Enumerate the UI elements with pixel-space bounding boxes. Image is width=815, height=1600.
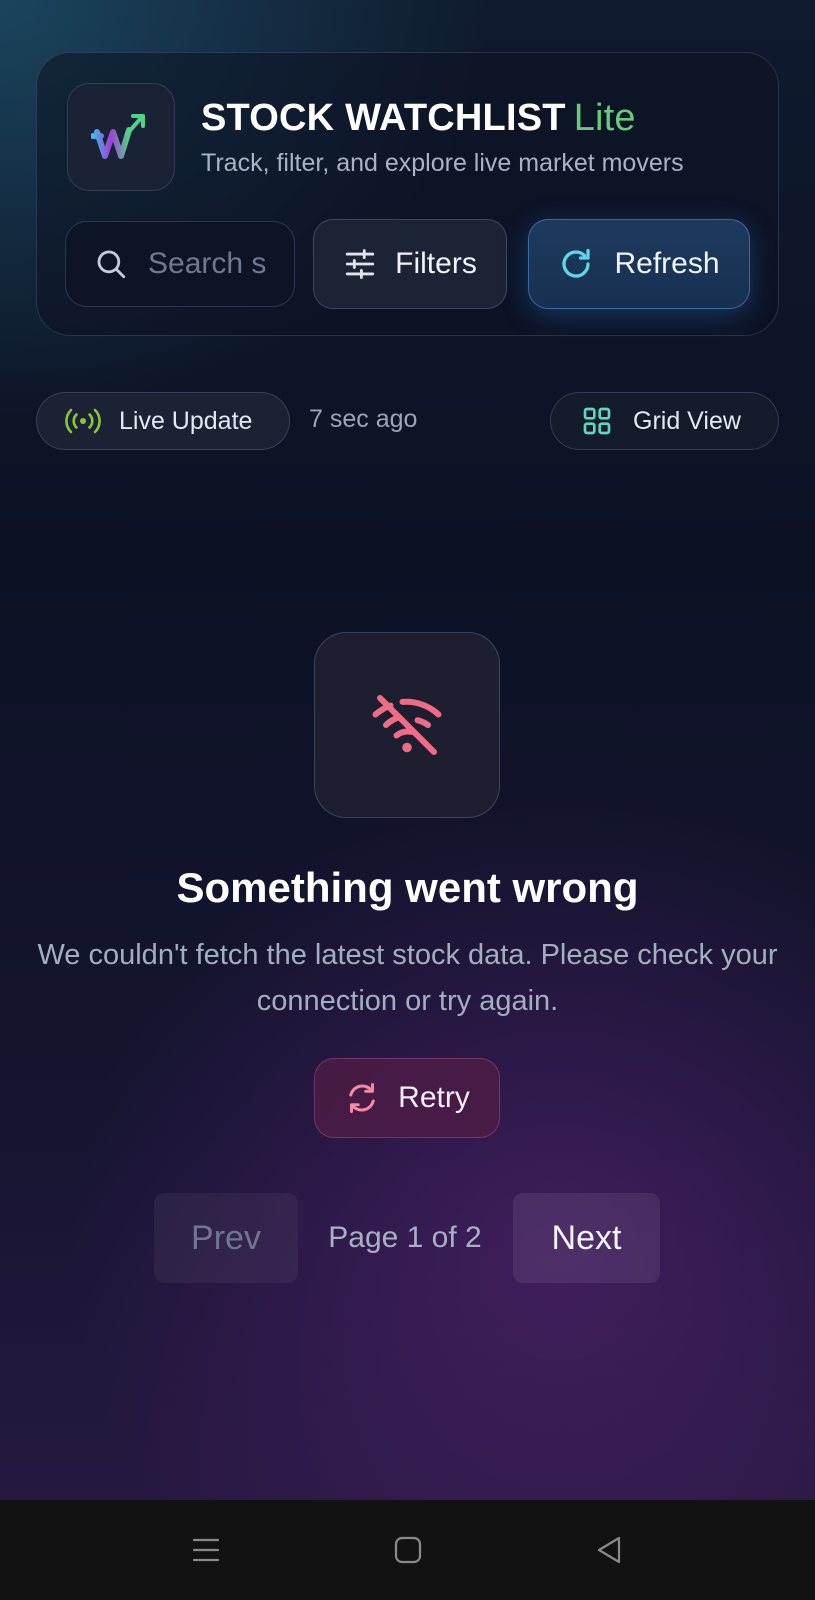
grid-view-toggle[interactable]: Grid View: [550, 392, 779, 450]
grid-icon: [583, 407, 611, 435]
back-button[interactable]: [589, 1530, 629, 1570]
search-input[interactable]: [148, 247, 278, 281]
wifi-off-icon: [372, 695, 442, 755]
app-title: STOCK WATCHLIST Lite: [201, 97, 636, 140]
app-screen: STOCK WATCHLIST Lite Track, filter, and e…: [0, 0, 815, 1500]
app-logo: [67, 83, 175, 191]
live-update-label: Live Update: [119, 406, 253, 435]
page-indicator: Page 1 of 2: [328, 1221, 482, 1254]
refresh-icon: [562, 248, 591, 278]
recent-apps-button[interactable]: [186, 1530, 226, 1570]
refresh-label: Refresh: [614, 247, 720, 280]
prev-page-button[interactable]: Prev: [154, 1193, 298, 1283]
last-updated-text: 7 sec ago: [309, 405, 418, 433]
error-message: We couldn't fetch the latest stock data.…: [37, 939, 778, 1017]
sliders-icon: [345, 249, 375, 279]
retry-button[interactable]: Retry: [314, 1058, 500, 1138]
home-button[interactable]: [388, 1530, 428, 1570]
app-title-main: STOCK WATCHLIST: [201, 97, 566, 139]
grid-view-label: Grid View: [633, 406, 741, 435]
retry-icon: [349, 1083, 375, 1113]
filters-button[interactable]: Filters: [313, 219, 507, 309]
logo-icon: [91, 114, 145, 159]
app-title-accent: Lite: [573, 97, 636, 139]
error-title: Something went wrong: [176, 864, 639, 911]
system-nav-bar: [0, 1500, 815, 1600]
refresh-button[interactable]: Refresh: [528, 219, 750, 309]
app-subtitle: Track, filter, and explore live market m…: [201, 149, 684, 177]
broadcast-icon: [65, 408, 101, 434]
square-icon: [394, 1536, 422, 1564]
live-update-toggle[interactable]: Live Update: [36, 392, 290, 450]
next-page-button[interactable]: Next: [513, 1193, 660, 1283]
filters-label: Filters: [395, 247, 477, 280]
header-card: STOCK WATCHLIST Lite Track, filter, and e…: [36, 52, 779, 336]
error-icon-box: [314, 632, 500, 818]
menu-lines-icon: [192, 1538, 220, 1562]
search-icon: [97, 250, 126, 279]
retry-label: Retry: [398, 1081, 470, 1114]
search-box[interactable]: [65, 221, 295, 307]
back-triangle-icon: [597, 1536, 621, 1564]
